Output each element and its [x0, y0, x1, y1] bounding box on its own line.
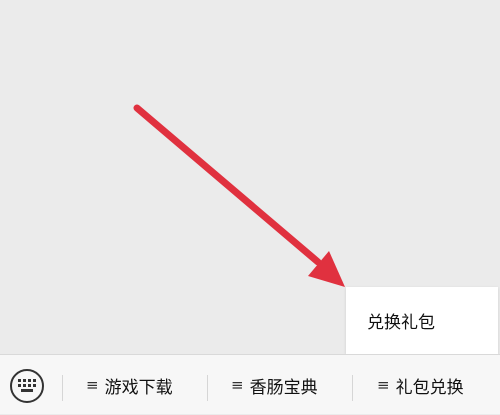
arrow-shaft — [133, 104, 322, 266]
popup-item-redeem-gift[interactable]: 兑换礼包 — [346, 287, 498, 354]
submenu-popup: 兑换礼包 — [346, 287, 498, 354]
menu-button-game-download[interactable]: ≡ 游戏下载 — [86, 355, 173, 415]
menu-button-label: 游戏下载 — [104, 377, 173, 398]
divider — [62, 375, 63, 401]
divider — [207, 375, 208, 401]
menu-lines-icon: ≡ — [231, 376, 244, 394]
menu-button-sausage-guide[interactable]: ≡ 香肠宝典 — [231, 355, 318, 415]
menu-button-label: 香肠宝典 — [249, 377, 318, 398]
menu-lines-icon: ≡ — [86, 376, 99, 394]
menu-button-gift-redeem[interactable]: ≡ 礼包兑换 — [377, 355, 464, 415]
menu-lines-icon: ≡ — [377, 376, 390, 394]
bottom-menu-bar: ≡ 游戏下载 ≡ 香肠宝典 ≡ 礼包兑换 — [0, 354, 500, 414]
menu-button-label: 礼包兑换 — [395, 377, 464, 398]
divider — [352, 375, 353, 401]
keyboard-icon[interactable] — [10, 369, 44, 403]
